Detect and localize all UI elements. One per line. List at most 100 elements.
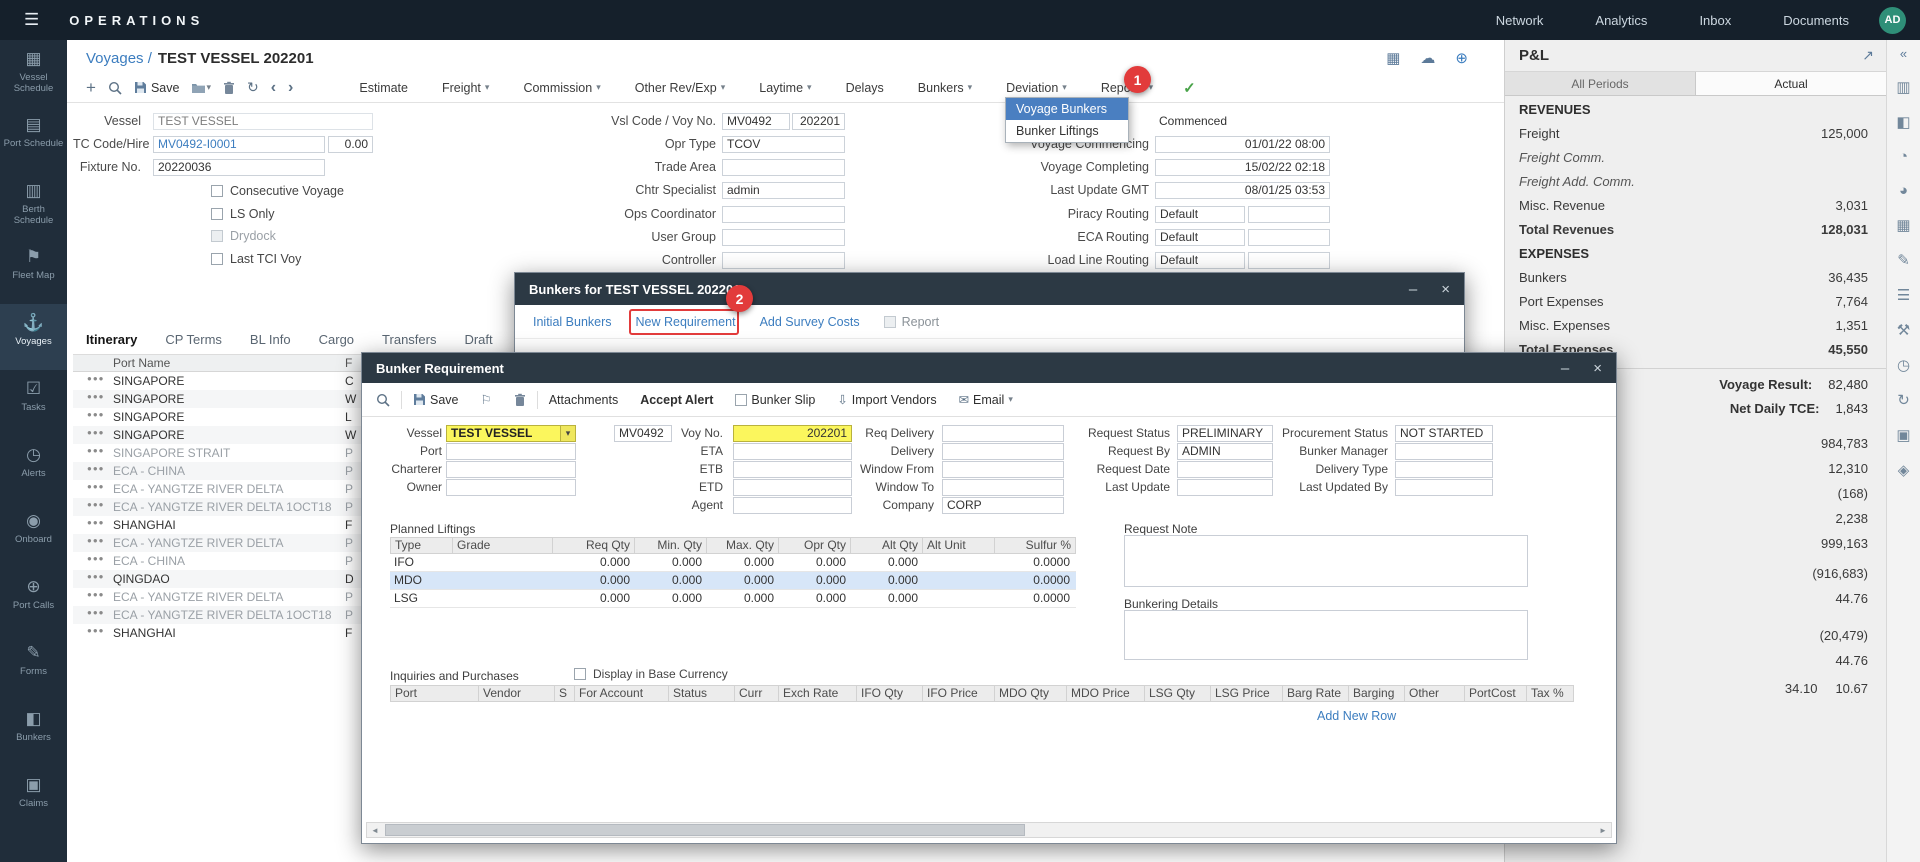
trade-area-field[interactable]: [722, 159, 845, 176]
eca-routing-field[interactable]: Default: [1155, 229, 1245, 246]
close-icon[interactable]: ×: [1593, 360, 1602, 377]
tab-cargo[interactable]: Cargo: [319, 332, 354, 347]
menu-estimate[interactable]: Estimate: [359, 81, 408, 95]
ops-coordinator-field[interactable]: [722, 206, 845, 223]
request-note-textarea[interactable]: [1124, 535, 1528, 587]
scroll-left-icon[interactable]: ◄: [367, 823, 383, 837]
sidebar-item-port-schedule[interactable]: ▤Port Schedule: [0, 106, 67, 172]
voyage-commencing-field[interactable]: 01/01/22 08:00: [1155, 136, 1330, 153]
charterer-field[interactable]: [446, 461, 576, 478]
scroll-right-icon[interactable]: ►: [1595, 823, 1611, 837]
pnl-tab-actual[interactable]: Actual: [1696, 72, 1886, 95]
bunker-slip-checkbox[interactable]: Bunker Slip: [735, 393, 815, 407]
piracy-routing-extra-field[interactable]: [1248, 206, 1330, 223]
req-delivery-field[interactable]: [942, 425, 1064, 442]
sidebar-item-berth-schedule[interactable]: ▥Berth Schedule: [0, 172, 67, 238]
breadcrumb-voyages-link[interactable]: Voyages /: [86, 50, 152, 67]
minimize-icon[interactable]: –: [1409, 281, 1417, 298]
request-by-field[interactable]: ADMIN: [1177, 443, 1273, 460]
window-from-field[interactable]: [942, 461, 1064, 478]
sidebar-item-fleet-map[interactable]: ⚑Fleet Map: [0, 238, 67, 304]
sidebar-item-forms[interactable]: ✎Forms: [0, 634, 67, 700]
links-widget-icon[interactable]: ◈: [1898, 461, 1910, 479]
add-button[interactable]: +: [86, 78, 96, 98]
planned-lifting-row[interactable]: IFO 0.000 0.000 0.000 0.000 0.000 0.0000: [390, 554, 1076, 572]
planned-lifting-row[interactable]: LSG 0.000 0.000 0.000 0.000 0.000 0.0000: [390, 590, 1076, 608]
scrollbar-thumb[interactable]: [385, 824, 1025, 836]
drydock-checkbox[interactable]: Drydock: [211, 229, 276, 243]
hamburger-menu-icon[interactable]: ☰: [24, 10, 39, 30]
tab-initial-bunkers[interactable]: Initial Bunkers: [533, 315, 612, 329]
menu-item-voyage-bunkers[interactable]: Voyage Bunkers: [1006, 98, 1128, 120]
close-icon[interactable]: ×: [1441, 281, 1450, 298]
chtr-specialist-field[interactable]: admin: [722, 182, 845, 199]
vessel-field[interactable]: TEST VESSEL: [153, 113, 373, 130]
menu-deviation[interactable]: Deviation▾: [1006, 81, 1067, 95]
bunkering-details-textarea[interactable]: [1124, 610, 1528, 660]
expand-icon[interactable]: ↗: [1862, 47, 1874, 64]
menu-delays[interactable]: Delays: [846, 81, 884, 95]
last-update-gmt-field[interactable]: 08/01/25 03:53: [1155, 182, 1330, 199]
grid-widget-icon[interactable]: ▦: [1896, 216, 1910, 234]
vessel-dropdown[interactable]: TEST VESSEL▾: [446, 425, 576, 442]
row-menu-icon[interactable]: ●●●: [87, 392, 105, 401]
sidebar-item-claims[interactable]: ▣Claims: [0, 766, 67, 832]
tab-add-survey-costs[interactable]: Add Survey Costs: [760, 315, 860, 329]
tab-cp-terms[interactable]: CP Terms: [165, 332, 222, 347]
delivery-type-field[interactable]: [1395, 461, 1493, 478]
delete-icon[interactable]: [223, 81, 235, 95]
window-to-field[interactable]: [942, 479, 1064, 496]
globe-icon[interactable]: ⊕: [1455, 49, 1468, 67]
voyage-completing-field[interactable]: 15/02/22 02:18: [1155, 159, 1330, 176]
accept-alert-button[interactable]: Accept Alert: [640, 393, 713, 407]
sidebar-item-alerts[interactable]: ◷Alerts: [0, 436, 67, 502]
request-date-field[interactable]: [1177, 461, 1273, 478]
menu-laytime[interactable]: Laytime▾: [759, 81, 811, 95]
tools-widget-icon[interactable]: ⚒: [1897, 321, 1910, 339]
planned-lifting-row[interactable]: MDO 0.000 0.000 0.000 0.000 0.000 0.0000: [390, 572, 1076, 590]
menu-item-bunker-liftings[interactable]: Bunker Liftings: [1006, 120, 1128, 142]
row-menu-icon[interactable]: ●●●: [87, 410, 105, 419]
opr-type-field[interactable]: TCOV: [722, 136, 845, 153]
row-menu-icon[interactable]: ●●●: [87, 482, 105, 491]
row-menu-icon[interactable]: ●●●: [87, 374, 105, 383]
sidebar-item-port-calls[interactable]: ⊕Port Calls: [0, 568, 67, 634]
email-button[interactable]: ✉Email▾: [959, 392, 1013, 407]
display-base-currency-checkbox[interactable]: Display in Base Currency: [574, 667, 728, 681]
last-update-field[interactable]: [1177, 479, 1273, 496]
request-status-field[interactable]: PRELIMINARY: [1177, 425, 1273, 442]
bunker-widget-icon[interactable]: ◧: [1896, 113, 1910, 131]
menu-bunkers[interactable]: Bunkers▾: [918, 81, 972, 95]
consecutive-voyage-checkbox[interactable]: Consecutive Voyage: [211, 184, 344, 198]
row-menu-icon[interactable]: ●●●: [87, 518, 105, 527]
row-menu-icon[interactable]: ●●●: [87, 500, 105, 509]
horizontal-scrollbar[interactable]: ◄ ►: [366, 822, 1612, 838]
tab-transfers[interactable]: Transfers: [382, 332, 436, 347]
row-menu-icon[interactable]: ●●●: [87, 428, 105, 437]
back-icon[interactable]: ‹: [271, 79, 276, 97]
save-button[interactable]: Save: [134, 81, 180, 95]
add-new-row-link[interactable]: Add New Row: [1317, 709, 1396, 723]
cloud-icon[interactable]: ☁: [1420, 49, 1435, 67]
grid-icon[interactable]: ▦: [1386, 49, 1400, 67]
row-menu-icon[interactable]: ●●●: [87, 536, 105, 545]
row-menu-icon[interactable]: ●●●: [87, 590, 105, 599]
controller-field[interactable]: [722, 252, 845, 269]
import-vendors-button[interactable]: ⇩Import Vendors: [837, 392, 936, 407]
row-menu-icon[interactable]: ●●●: [87, 554, 105, 563]
notes-widget-icon[interactable]: ✎: [1897, 251, 1910, 269]
nav-documents[interactable]: Documents: [1783, 13, 1849, 28]
minimize-icon[interactable]: –: [1561, 360, 1569, 377]
nav-network[interactable]: Network: [1496, 13, 1544, 28]
eca-routing-extra-field[interactable]: [1248, 229, 1330, 246]
ls-only-checkbox[interactable]: LS Only: [211, 207, 274, 221]
sidebar-item-vessel-schedule[interactable]: ▦Vessel Schedule: [0, 40, 67, 106]
pnl-tab-all-periods[interactable]: All Periods: [1505, 72, 1696, 95]
attachments-button[interactable]: Attachments: [549, 393, 618, 407]
tab-draft[interactable]: Draft: [464, 332, 492, 347]
refresh-icon[interactable]: ↻: [247, 79, 259, 96]
forward-icon[interactable]: ›: [288, 79, 293, 97]
row-menu-icon[interactable]: ●●●: [87, 626, 105, 635]
search-icon[interactable]: [376, 393, 390, 407]
user-group-field[interactable]: [722, 229, 845, 246]
